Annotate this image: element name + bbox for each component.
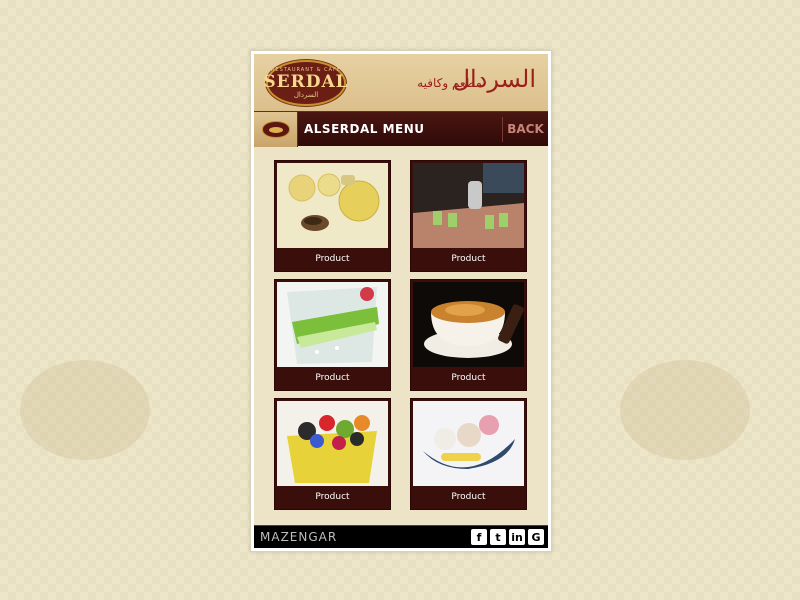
cappuccino-image [413,282,524,367]
product-card[interactable]: Product [410,279,527,391]
brand-logo[interactable]: MAZENGAR [260,530,337,544]
google-icon[interactable]: G [528,529,544,545]
menu-navbar: ALSERDAL MENU BACK [254,111,548,147]
product-card[interactable]: Product [410,398,527,510]
facebook-icon[interactable]: f [471,529,487,545]
logo-arabic: السردال [293,91,319,99]
back-button[interactable]: BACK [503,112,548,147]
header-banner: RESTAURANT & CAFE SERDAL السردال مطعم وك… [254,54,548,111]
product-label: Product [451,254,486,264]
product-label: Product [451,492,486,502]
app-screen: RESTAURANT & CAFE SERDAL السردال مطعم وك… [254,54,548,548]
twitter-icon[interactable]: t [490,529,506,545]
product-card[interactable]: Product [274,398,391,510]
mint-tea-image [413,163,524,248]
linkedin-icon[interactable]: in [509,529,525,545]
product-label: Product [315,492,350,502]
background-decoration [20,360,150,460]
serdal-logo[interactable]: RESTAURANT & CAFE SERDAL السردال [263,60,349,106]
product-card[interactable]: Product [410,160,527,272]
product-card[interactable]: Product [274,279,391,391]
logo-text: SERDAL [263,72,349,92]
arabic-title: السردال [452,65,536,93]
serdal-badge-icon [261,121,290,138]
nav-logo[interactable] [254,112,298,147]
ice-cream-image [413,401,524,486]
social-links: f t in G [471,529,544,545]
footer-bar: MAZENGAR f t in G [254,525,548,548]
lime-drink-image [277,282,388,367]
product-label: Product [315,254,350,264]
page-title: ALSERDAL MENU [304,122,425,136]
phone-frame: RESTAURANT & CAFE SERDAL السردال مطعم وك… [250,50,552,552]
product-label: Product [451,373,486,383]
fruit-salad-image [277,401,388,486]
background-decoration [620,360,750,460]
tea-pot-image [277,163,388,248]
product-label: Product [315,373,350,383]
product-card[interactable]: Product [274,160,391,272]
